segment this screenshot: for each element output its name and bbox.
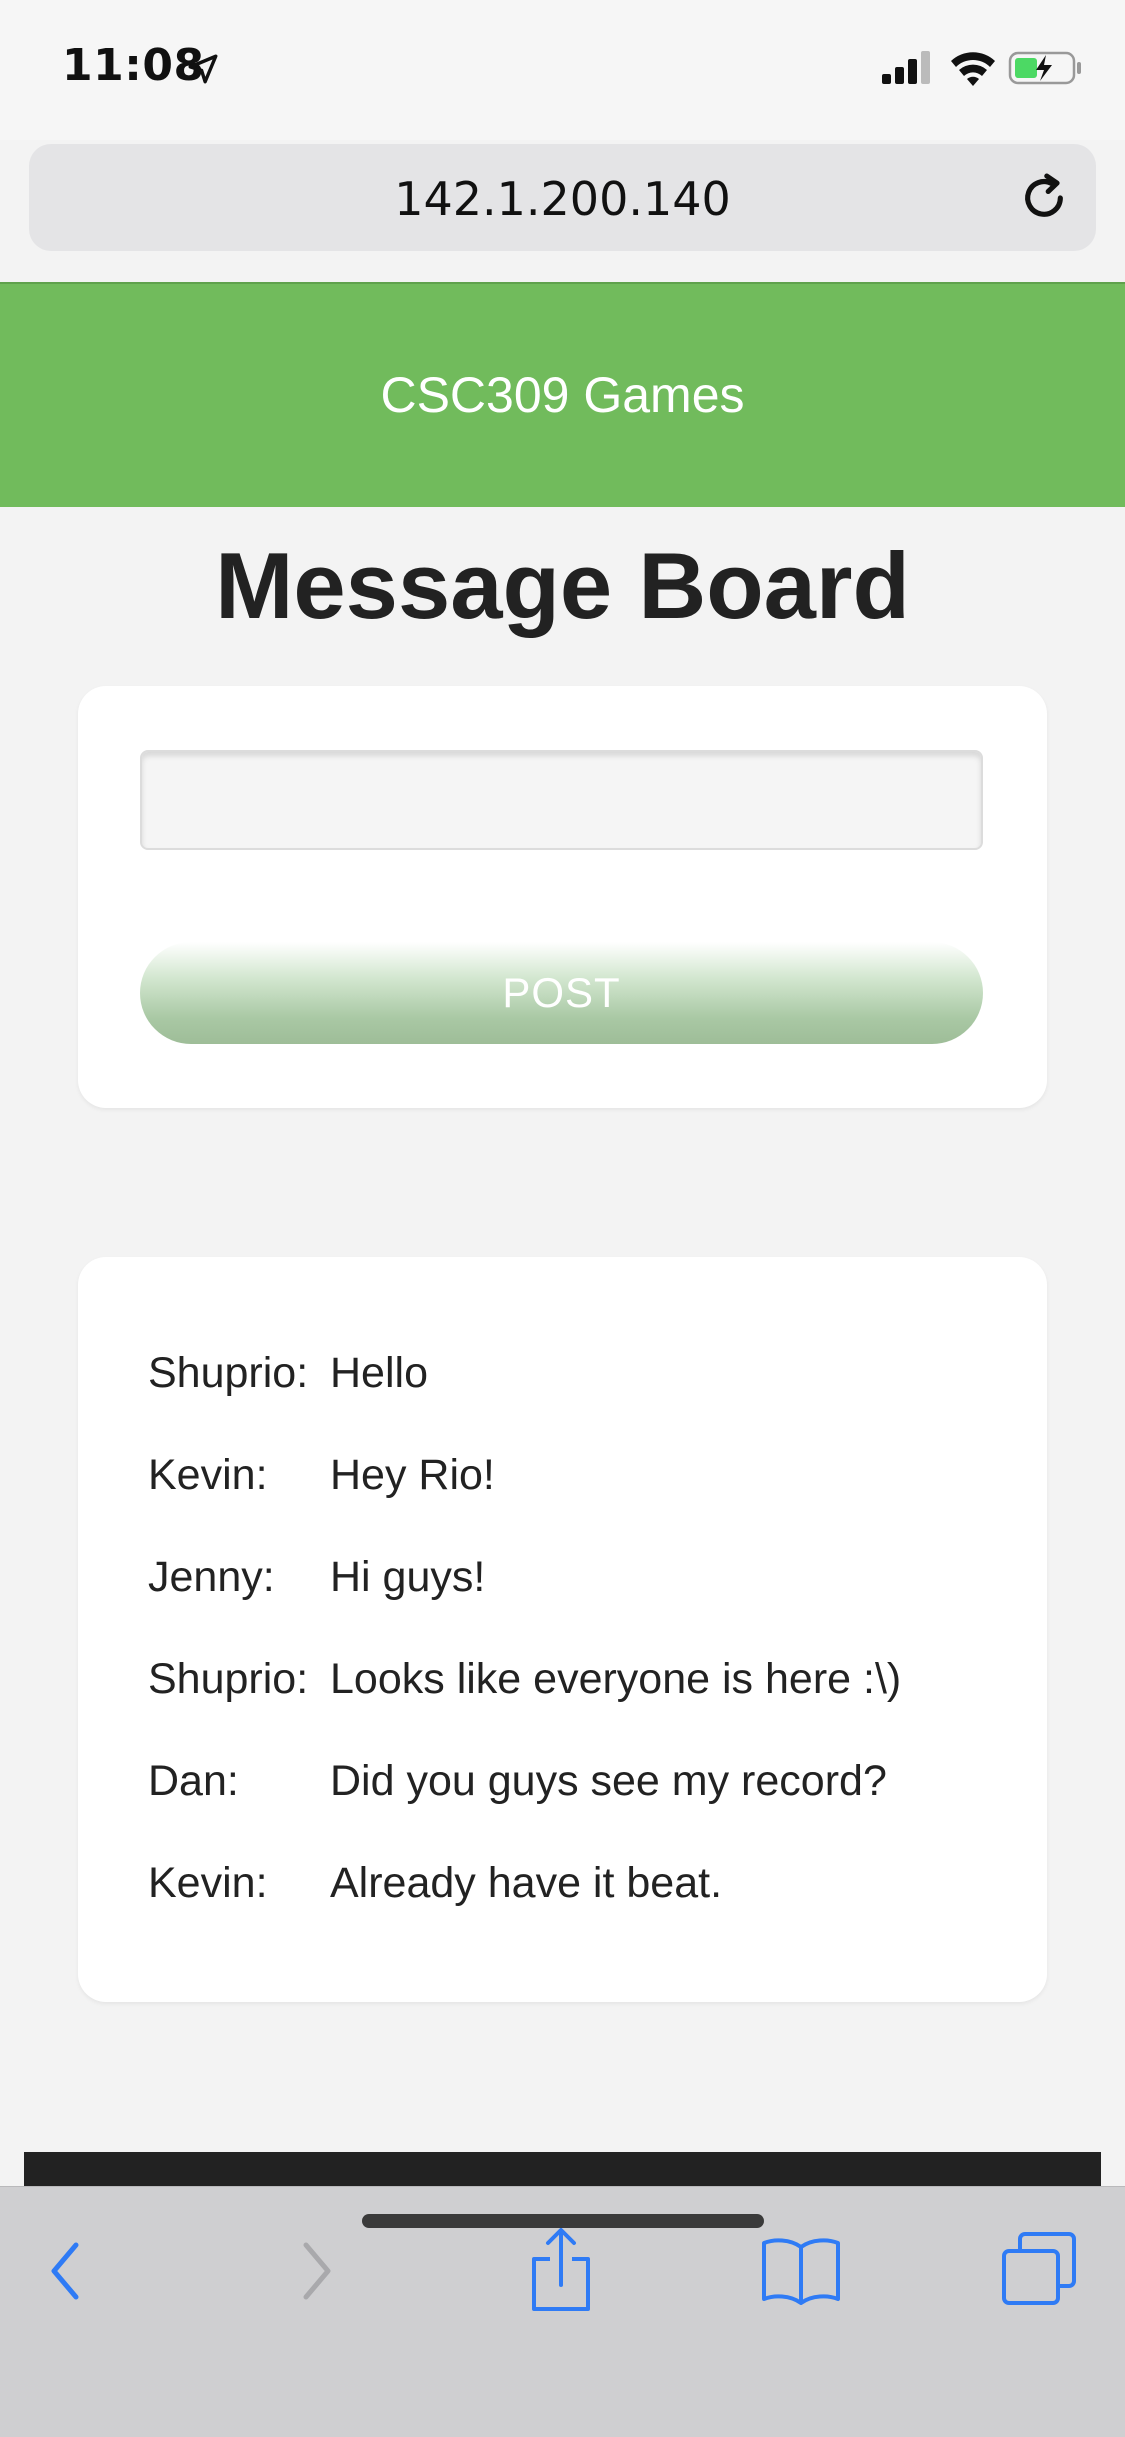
message-text: Did you guys see my record? <box>330 1757 887 1805</box>
message-author: Shuprio: <box>148 1349 309 1397</box>
message-input[interactable] <box>140 750 983 850</box>
site-header: CSC309 Games <box>0 282 1125 507</box>
home-indicator[interactable] <box>362 2214 764 2228</box>
message-author: Jenny: <box>148 1553 275 1601</box>
message-text: Hi guys! <box>330 1553 486 1601</box>
status-time: 11:08 <box>62 40 205 91</box>
reload-icon[interactable] <box>1016 170 1072 226</box>
message-text: Hello <box>330 1349 428 1397</box>
bookmarks-icon[interactable] <box>760 2233 842 2305</box>
message-author: Kevin: <box>148 1451 268 1499</box>
message-row: Dan: Did you guys see my record? <box>148 1757 1008 1859</box>
share-icon[interactable] <box>528 2227 594 2313</box>
message-text: Hey Rio! <box>330 1451 495 1499</box>
location-arrow-icon <box>188 54 218 84</box>
status-bar: 11:08 <box>0 0 1125 140</box>
message-row: Kevin: Already have it beat. <box>148 1859 1008 1961</box>
message-row: Kevin: Hey Rio! <box>148 1451 1008 1553</box>
post-form-card: POST <box>78 686 1047 1108</box>
messages-card: Shuprio: Hello Kevin: Hey Rio! Jenny: Hi… <box>78 1257 1047 2002</box>
back-icon[interactable] <box>44 2239 88 2303</box>
message-author: Dan: <box>148 1757 239 1805</box>
message-author: Shuprio: <box>148 1655 309 1703</box>
message-author: Kevin: <box>148 1859 268 1907</box>
forward-icon[interactable] <box>294 2239 338 2303</box>
message-text: Looks like everyone is here :\) <box>330 1655 902 1703</box>
message-row: Jenny: Hi guys! <box>148 1553 1008 1655</box>
page-title: Message Board <box>215 533 910 638</box>
address-bar[interactable]: 142.1.200.140 <box>29 144 1096 251</box>
message-row: Shuprio: Hello <box>148 1349 1008 1451</box>
battery-charging-icon <box>1008 51 1081 85</box>
post-button[interactable]: POST <box>140 942 983 1044</box>
message-row: Shuprio: Looks like everyone is here :\) <box>148 1655 1008 1757</box>
url-text[interactable]: 142.1.200.140 <box>29 172 1096 226</box>
message-list: Shuprio: Hello Kevin: Hey Rio! Jenny: Hi… <box>148 1349 1008 1961</box>
tabs-icon[interactable] <box>1000 2231 1078 2307</box>
cellular-signal-icon <box>882 51 930 84</box>
message-text: Already have it beat. <box>330 1859 723 1907</box>
site-title[interactable]: CSC309 Games <box>0 366 1125 424</box>
wifi-icon <box>951 52 995 86</box>
